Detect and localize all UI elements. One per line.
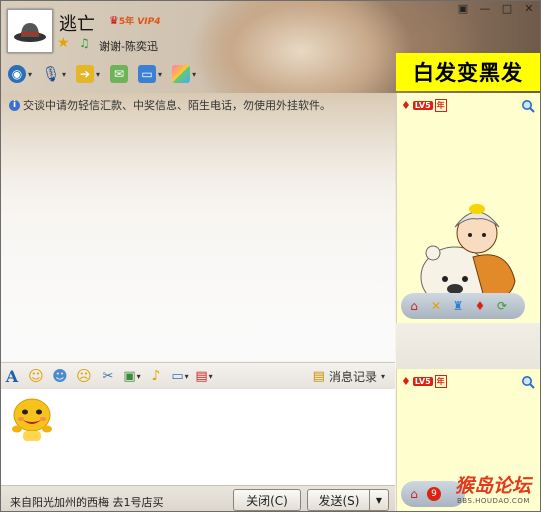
qq-face-emoticon-icon [12, 398, 52, 441]
avatar[interactable] [7, 9, 53, 53]
voice-call-button[interactable]: 🎙 ▾ [39, 63, 69, 85]
vip-level: VIP4 [137, 17, 161, 27]
info-icon: i [9, 99, 20, 111]
forum-watermark-logo: 猴岛论坛 [455, 475, 532, 497]
send-button[interactable]: 发送(S) [307, 489, 371, 511]
magnifier-icon[interactable] [521, 375, 535, 389]
my-level-badge[interactable]: ♦ LV5 年 [401, 375, 447, 388]
minimize-button[interactable]: — [474, 1, 496, 17]
chevron-down-icon: ▼ [375, 495, 383, 505]
screen-share-icon: ▭ [138, 65, 157, 83]
nudge-icon: ☹ [76, 367, 92, 385]
screen-share-button[interactable]: ▭ ▾ [135, 63, 165, 85]
magic-emoticon-icon: ☻ [52, 367, 68, 385]
apps-icon [172, 65, 191, 83]
music-share-button[interactable]: ♪ [145, 366, 167, 386]
emoticon-button[interactable]: ☺ [25, 366, 47, 386]
notification-badge: 9 [427, 487, 441, 501]
sms-button[interactable]: ✉ [107, 63, 131, 85]
message-history-label: 消息记录 [328, 369, 377, 384]
file-transfer-icon: ➔ [76, 65, 95, 83]
year-tag: 年 [434, 375, 447, 388]
crown-icon: ♛ [109, 14, 119, 27]
app-box-icon: ▤ [195, 368, 208, 384]
diamond-icon: ♦ [401, 375, 411, 388]
chevron-down-icon: ▾ [62, 69, 67, 79]
vip-badge[interactable]: ♛5年 VIP4 [109, 14, 160, 27]
star-icon[interactable]: ★ [57, 35, 70, 51]
level-tag: LV5 [412, 101, 433, 110]
level-badge[interactable]: ♦ LV5 年 [401, 99, 447, 112]
home-icon[interactable]: ⌂ [405, 485, 423, 503]
apps-button[interactable]: ▾ [169, 63, 199, 85]
message-history-area[interactable]: i 交谈中请勿轻信汇款、中奖信息、陌生电话，勿使用外挂软件。 [1, 93, 395, 361]
nudge-button[interactable]: ☹ [73, 366, 95, 386]
voice-call-icon: 🎙 [41, 65, 61, 83]
message-input[interactable] [1, 389, 395, 485]
input-toolbar: A ☺ ☻ ☹ ✂ ▣ ▾ ♪ ▭ ▾ ▤ ▾ ▤ 消息记录 ▾ [1, 362, 395, 389]
image-button[interactable]: ▣ ▾ [121, 366, 143, 386]
chevron-down-icon: ▾ [136, 371, 141, 381]
clothes-icon[interactable]: ♜ [449, 297, 467, 315]
chevron-down-icon: ▾ [192, 69, 197, 79]
remote-button[interactable]: ▭ ▾ [169, 366, 191, 386]
chat-toolbar: ◉ ▾ 🎙 ▾ ➔ ▾ ✉ ▭ ▾ ▾ [5, 61, 199, 87]
send-options-button[interactable]: ▼ [369, 489, 389, 511]
file-transfer-button[interactable]: ➔ ▾ [73, 63, 103, 85]
chevron-down-icon: ▾ [28, 69, 33, 79]
history-icon: ▤ [312, 368, 325, 384]
qq-show-toolbar: ⌂ ✕ ♜ ♦ ⟳ [401, 293, 525, 319]
message-history-button[interactable]: ▤ 消息记录 ▾ [313, 368, 385, 385]
contact-show-panel: ♦ LV5 年 ⌂ ✕ ♜ ♦ ⟳ [396, 93, 540, 323]
font-button[interactable]: A [1, 366, 23, 386]
close-window-button[interactable]: ✕ [518, 1, 540, 17]
cross-icon[interactable]: ✕ [427, 297, 445, 315]
chevron-down-icon: ▾ [208, 371, 213, 381]
magic-emoticon-button[interactable]: ☻ [49, 366, 71, 386]
music-note-icon: ♪ [151, 368, 161, 384]
remote-icon: ▭ [171, 368, 184, 384]
security-notice: i 交谈中请勿轻信汇款、中奖信息、陌生电话，勿使用外挂软件。 [9, 97, 331, 113]
font-icon: A [5, 366, 19, 386]
app-box-button[interactable]: ▤ ▾ [193, 366, 215, 386]
skin-button[interactable]: ▣ [452, 1, 474, 17]
bottom-bar: 来自阳光加州的西梅 去1号店买 关闭(C) 发送(S) ▼ [1, 485, 395, 511]
chevron-down-icon: ▾ [380, 371, 385, 381]
level-tag: LV5 [412, 377, 433, 386]
window-controls: ▣ — □ ✕ [452, 1, 540, 17]
screenshot-button[interactable]: ✂ [97, 366, 119, 386]
maximize-button[interactable]: □ [496, 1, 518, 17]
magnifier-icon[interactable] [521, 99, 535, 113]
chat-window: 逃亡 ♛5年 VIP4 ★ ♫ 谢谢-陈奕迅 ▣ — □ ✕ ◉ ▾ 🎙 ▾ ➔ ▾ … [0, 0, 541, 512]
image-icon: ▣ [123, 368, 136, 384]
ad-link[interactable]: 来自阳光加州的西梅 去1号店买 [10, 494, 164, 510]
chevron-down-icon: ▾ [184, 371, 189, 381]
panel-separator [396, 323, 540, 369]
gem-icon[interactable]: ♦ [471, 297, 489, 315]
video-call-button[interactable]: ◉ ▾ [5, 63, 35, 85]
chevron-down-icon: ▾ [158, 69, 163, 79]
refresh-icon[interactable]: ⟳ [493, 297, 511, 315]
forum-watermark-url: BBS.HOUDAO.COM [457, 497, 530, 505]
contact-nickname: 逃亡 [59, 14, 95, 35]
chevron-down-icon: ▾ [96, 69, 101, 79]
contact-signature[interactable]: 谢谢-陈奕迅 [99, 38, 158, 54]
vip-years: 5年 [118, 17, 135, 27]
year-tag: 年 [434, 99, 447, 112]
sms-icon: ✉ [110, 65, 129, 83]
music-icon[interactable]: ♫ [79, 36, 90, 50]
home-icon[interactable]: ⌂ [405, 297, 423, 315]
close-button[interactable]: 关闭(C) [233, 489, 301, 511]
emoticon-icon: ☺ [28, 367, 44, 385]
security-notice-text: 交谈中请勿轻信汇款、中奖信息、陌生电话，勿使用外挂软件。 [23, 99, 331, 112]
diamond-icon: ♦ [401, 99, 411, 112]
ad-banner[interactable]: 白发变黑发 [396, 53, 540, 91]
video-call-icon: ◉ [8, 65, 26, 83]
hat-icon [14, 23, 46, 42]
screenshot-icon: ✂ [102, 368, 114, 384]
